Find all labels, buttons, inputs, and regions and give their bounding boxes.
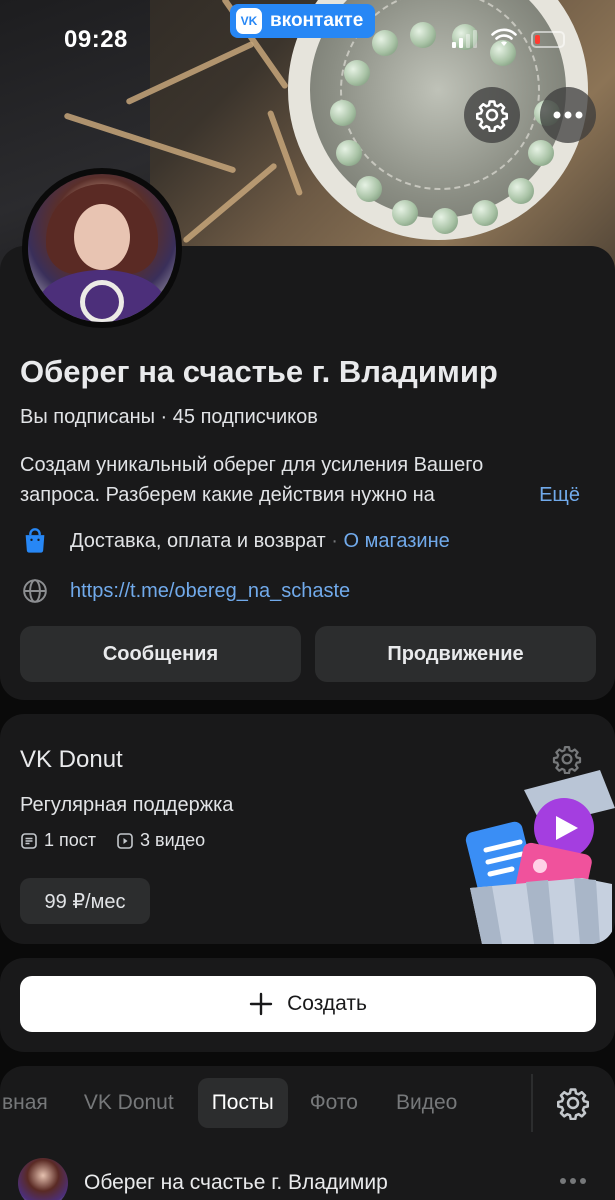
post-icon [21,832,37,849]
donut-meta: 1 пост 3 видео [20,830,205,851]
donut-posts-count: 1 пост [44,830,97,850]
tab-videos[interactable]: Видео [396,1078,457,1128]
profile-actions: Сообщения Продвижение [20,626,596,682]
globe-icon [20,576,50,606]
create-card: Создать [0,958,615,1052]
donut-videos-count: 3 видео [140,830,206,850]
content-tabs: вная VK Donut Посты Фото Видео [0,1078,457,1128]
create-post-label: Создать [287,992,367,1015]
shopping-bag-icon [20,526,50,556]
tabs-settings-icon[interactable] [556,1086,590,1120]
website-row[interactable]: https://t.me/obereg_na_schaste [20,576,350,606]
status-icons [452,28,565,48]
donut-title: VK Donut [20,746,123,773]
tab-main[interactable]: вная [2,1078,48,1128]
donut-subtitle: Регулярная поддержка [20,794,234,816]
subscription-status[interactable]: Вы подписаны · 45 подписчиков [20,406,318,429]
status-time: 09:28 [64,26,128,53]
shop-separator: · [325,529,344,552]
content-tabs-card: вная VK Donut Посты Фото Видео Оберег на… [0,1066,615,1200]
post-author-name[interactable]: Оберег на счастье г. Владимир [84,1171,388,1195]
description-line: Создам уникальный оберег для усиления Ва… [20,454,484,476]
more-horizontal-icon [553,111,583,119]
vk-app-badge[interactable]: VK вконтакте [230,4,376,38]
cover-settings-button[interactable] [464,87,520,143]
gear-icon [475,100,509,132]
plus-icon [249,992,273,1016]
battery-icon [531,31,565,48]
shop-info-row[interactable]: Доставка, оплата и возврат · О магазине [20,526,450,556]
about-shop-link[interactable]: О магазине [344,530,450,553]
post-header[interactable]: Оберег на счастье г. Владимир [18,1158,388,1200]
messages-button[interactable]: Сообщения [20,626,301,682]
show-more-link[interactable]: Ещё [529,480,580,510]
shop-info-text: Доставка, оплата и возврат [70,529,326,552]
community-description[interactable]: Создам уникальный оберег для усиления Ва… [20,450,600,510]
post-author-avatar[interactable] [18,1158,68,1200]
post-more-icon[interactable] [560,1178,586,1184]
tab-posts[interactable]: Посты [197,1078,288,1128]
vk-donut-card[interactable]: VK Donut Регулярная поддержка 1 пост 3 в… [0,714,615,944]
create-post-button[interactable]: Создать [20,976,596,1032]
website-link[interactable]: https://t.me/obereg_na_schaste [70,580,350,603]
tabs-divider [531,1074,533,1132]
vk-logo-icon: VK [236,8,262,34]
tab-photos[interactable]: Фото [310,1078,358,1128]
cover-more-button[interactable] [540,87,596,143]
signal-icon [452,28,477,48]
description-line: запроса. Разберем какие действия нужно н… [20,484,435,506]
video-icon [117,832,133,849]
community-avatar[interactable] [22,168,182,328]
donut-price-chip[interactable]: 99 ₽/мес [20,878,150,924]
tab-vk-donut[interactable]: VK Donut [84,1078,174,1128]
community-name: Оберег на счастье г. Владимир [20,354,498,389]
gift-box-icon [465,770,615,944]
wifi-icon [491,28,517,46]
vk-app-badge-label: вконтакте [270,10,364,31]
promotion-button[interactable]: Продвижение [315,626,596,682]
